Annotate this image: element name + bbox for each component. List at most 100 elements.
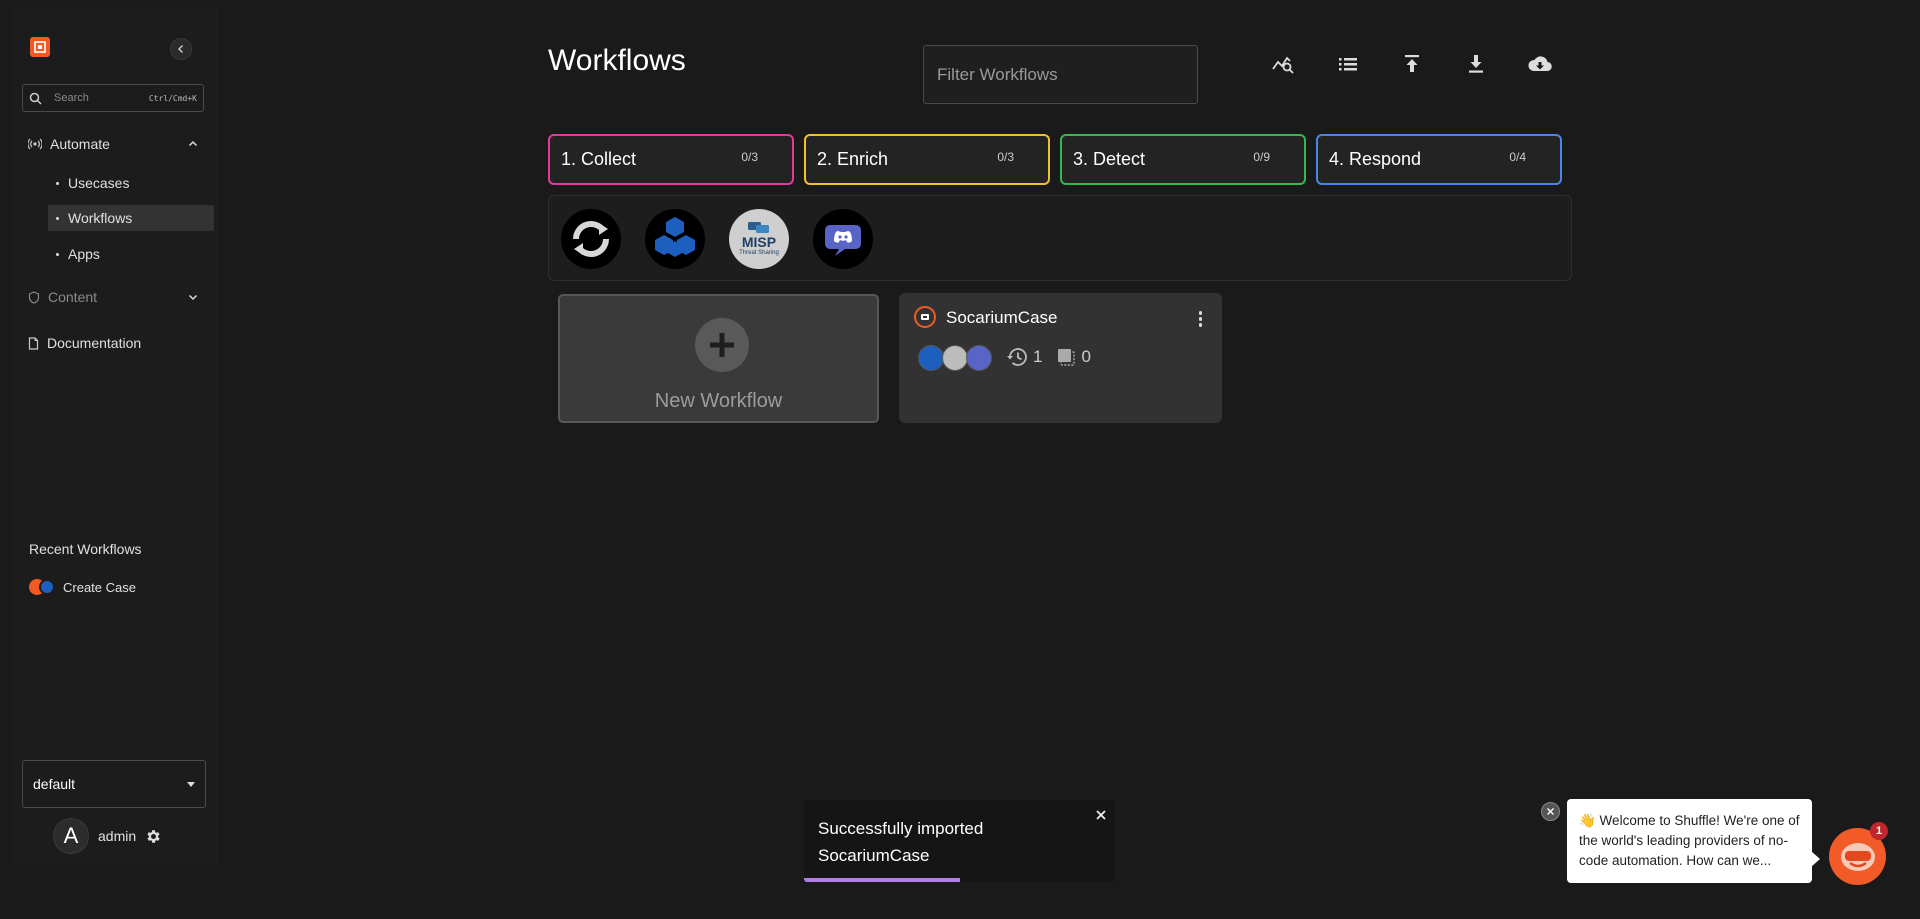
plus-icon — [695, 318, 749, 372]
org-select[interactable]: default — [22, 760, 206, 808]
chat-notification-badge: 1 — [1870, 822, 1888, 840]
sidebar-item-label: Workflows — [68, 210, 133, 226]
new-workflow-label: New Workflow — [654, 390, 783, 412]
collapse-sidebar-button[interactable] — [170, 38, 192, 60]
hexagon-icon — [655, 217, 695, 257]
recent-workflow-app-icons — [29, 579, 55, 595]
nav-section-label: Automate — [50, 136, 110, 152]
chevron-down-icon — [188, 294, 198, 301]
bullet — [56, 252, 59, 256]
triggers-count: 0 — [1081, 347, 1091, 366]
search-chart-button[interactable] — [1270, 50, 1298, 78]
hexagon-app-icon — [918, 345, 944, 371]
nav-section-label: Documentation — [47, 335, 142, 351]
runs-stat[interactable]: 1 — [1006, 347, 1042, 367]
search-shortcut: Ctrl/Cmd+K — [148, 93, 197, 103]
shield-icon — [28, 290, 40, 304]
category-enrich[interactable]: 2. Enrich 0/3 — [804, 134, 1050, 185]
recent-workflow-label: Create Case — [63, 579, 136, 595]
discord-app-icon — [966, 345, 992, 371]
sidebar-item-label: Apps — [68, 246, 100, 262]
category-label: 4. Respond — [1329, 149, 1422, 169]
new-workflow-button[interactable]: New Workflow — [558, 294, 879, 423]
nav-section-content[interactable]: Content — [28, 289, 198, 305]
misp-app-icon — [942, 345, 968, 371]
import-success-toast: Successfully imported SocariumCase — [804, 800, 1115, 882]
nav-section-automate[interactable]: Automate — [28, 136, 198, 152]
upload-button[interactable] — [1398, 50, 1426, 78]
nav-section-documentation[interactable]: Documentation — [28, 335, 198, 351]
category-label: 2. Enrich — [817, 149, 889, 169]
avatar[interactable]: A — [53, 818, 89, 854]
recent-workflow-item[interactable]: Create Case — [29, 579, 136, 595]
toast-message: Successfully imported SocariumCase — [818, 815, 1068, 869]
category-count: 0/9 — [1253, 150, 1270, 164]
history-icon — [1007, 348, 1027, 366]
sidebar-item-workflows[interactable]: Workflows — [48, 205, 214, 231]
chevron-left-icon — [178, 45, 183, 53]
list-view-button[interactable] — [1334, 50, 1362, 78]
misp-subtitle: Threat Sharing — [739, 250, 779, 256]
toast-progress-bar — [804, 878, 960, 882]
search-input[interactable] — [54, 92, 139, 104]
workflow-name: SocariumCase — [946, 308, 1058, 327]
page-title: Workflows — [548, 44, 686, 77]
cloud-download-icon — [1528, 56, 1552, 72]
sidebar-item-label: Usecases — [68, 175, 130, 191]
app-misp[interactable]: MISP Threat Sharing — [729, 209, 789, 269]
sidebar: Ctrl/Cmd+K Automate Usecases Workflows A… — [10, 8, 218, 864]
workflow-icon — [914, 306, 936, 328]
chatbot-icon — [1840, 842, 1875, 871]
document-icon — [28, 336, 39, 350]
filter-workflows-input[interactable] — [923, 45, 1198, 104]
user-row: A admin — [53, 818, 162, 854]
caret-down-icon — [187, 781, 195, 787]
bullet — [56, 181, 59, 185]
apps-panel: MISP Threat Sharing — [548, 195, 1572, 281]
shuffle-logo-icon — [34, 41, 46, 53]
upload-icon — [1405, 55, 1419, 72]
runs-count: 1 — [1033, 347, 1043, 366]
category-count: 0/3 — [741, 150, 758, 164]
category-count: 0/3 — [997, 150, 1014, 164]
list-icon — [1339, 58, 1357, 71]
sidebar-item-usecases[interactable]: Usecases — [48, 170, 214, 196]
sync-icon — [573, 221, 609, 257]
trigger-icon — [1058, 349, 1076, 366]
nav-section-label: Content — [48, 289, 98, 305]
app-discord[interactable] — [813, 209, 873, 269]
category-label: 1. Collect — [561, 149, 637, 169]
category-count: 0/4 — [1509, 150, 1526, 164]
category-respond[interactable]: 4. Respond 0/4 — [1316, 134, 1562, 185]
more-vert-icon[interactable] — [1197, 309, 1205, 329]
workflow-card[interactable]: SocariumCase 1 0 — [899, 293, 1222, 423]
hexagon-app-icon — [39, 579, 55, 595]
sidebar-search[interactable]: Ctrl/Cmd+K — [22, 84, 204, 112]
search-chart-icon — [1272, 56, 1294, 74]
category-detect[interactable]: 3. Detect 0/9 — [1060, 134, 1306, 185]
broadcast-icon — [28, 138, 42, 150]
triggers-stat[interactable]: 0 — [1056, 347, 1091, 367]
chat-close-icon[interactable] — [1541, 802, 1560, 821]
chat-welcome-message[interactable]: 👋 Welcome to Shuffle! We're one of the w… — [1567, 799, 1820, 883]
download-button[interactable] — [1462, 50, 1490, 78]
discord-icon — [825, 225, 861, 256]
app-sync[interactable] — [561, 209, 621, 269]
workflow-stats: 1 0 — [1006, 347, 1105, 367]
chat-bubbles-icon — [748, 222, 769, 233]
gear-icon[interactable] — [145, 828, 162, 845]
shuffle-logo[interactable] — [30, 37, 50, 57]
toast-message-line1: Successfully imported — [818, 819, 984, 838]
recent-workflows-title: Recent Workflows — [29, 541, 142, 557]
user-name: admin — [98, 828, 137, 844]
misp-title: MISP — [741, 234, 777, 250]
workflow-app-icons — [918, 345, 992, 371]
sidebar-item-apps[interactable]: Apps — [48, 241, 214, 267]
app-hexagon[interactable] — [645, 209, 705, 269]
close-icon[interactable] — [1095, 808, 1107, 826]
category-label: 3. Detect — [1073, 149, 1146, 169]
toast-message-line2: SocariumCase — [818, 846, 930, 865]
cloud-download-button[interactable] — [1526, 50, 1554, 78]
category-collect[interactable]: 1. Collect 0/3 — [548, 134, 794, 185]
download-icon — [1469, 55, 1483, 73]
